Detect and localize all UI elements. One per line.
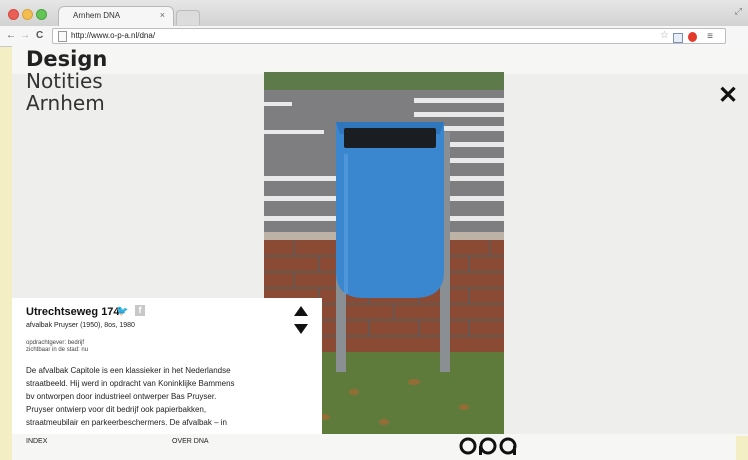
new-tab-button[interactable] [176,10,200,25]
browser-toolbar: ← → C http://www.o-p-a.nl/dna/ ☆ ≡ [0,26,748,47]
screenshot-frame: Arnhem DNA × ⤢ ← → C http://www.o-p-a.nl… [0,0,748,460]
url-text[interactable]: http://www.o-p-a.nl/dna/ [71,31,155,40]
previous-arrow-icon[interactable] [294,306,308,316]
item-meta-visible: zichtbaar in de stad: nu [26,347,89,353]
info-panel: Utrechtseweg 174 🐦 f afvalbak Pruyser (1… [12,298,322,434]
menu-icon[interactable]: ≡ [707,31,713,42]
close-window-button[interactable] [8,9,19,20]
back-button[interactable]: ← [6,29,16,43]
item-description: De afvalbak Capitole is een klassieker i… [26,364,282,429]
page-header-strip [12,46,748,74]
twitter-icon[interactable]: 🐦 [116,306,128,317]
page-icon [58,31,67,42]
site-title-arnhem: Arnhem [26,91,105,115]
description-line: straatbeeld. Hij werd in opdracht van Ko… [26,379,235,388]
opera-extension-icon[interactable] [688,32,697,42]
over-dna-link[interactable]: OVER DNA [172,438,209,445]
description-line: De afvalbak Capitole is een klassieker i… [26,366,231,375]
facebook-icon[interactable]: f [135,305,145,316]
item-meta: opdrachtgever: bedrijf zichtbaar in de s… [26,340,88,354]
browser-tab-bar: Arnhem DNA × ⤢ [0,0,748,27]
forward-button[interactable]: → [20,29,30,43]
tab-close-button[interactable]: × [160,10,165,20]
page-edge [736,436,748,460]
bookmark-star-icon[interactable]: ☆ [660,30,669,41]
minimize-window-button[interactable] [22,9,33,20]
item-meta-client: opdrachtgever: bedrijf [26,340,85,346]
extension-icon[interactable] [673,33,683,43]
item-subtitle: afvalbak Pruyser (1950), 8os, 1980 [26,322,135,329]
reload-button[interactable]: C [36,29,43,43]
site-title-design: Design [26,47,108,71]
tab-title: Arnhem DNA [73,11,121,20]
maximize-window-button[interactable] [36,9,47,20]
resize-icon[interactable]: ⤢ [735,6,742,17]
web-page: Design Notities Arnhem ✕ Utrechtseweg 17… [12,46,748,460]
description-line: bv ontworpen door industrieel ontwerper … [26,392,217,401]
next-arrow-icon[interactable] [294,324,308,334]
site-title-notities: Notities [26,69,103,93]
index-link[interactable]: INDEX [26,438,47,445]
site-title[interactable]: Design Notities Arnhem [26,48,107,114]
close-icon[interactable]: ✕ [718,84,738,108]
browser-tab[interactable]: Arnhem DNA × [58,6,174,27]
description-line: straatmeubilair en parkeerbeschermers. D… [26,418,227,427]
address-bar[interactable]: http://www.o-p-a.nl/dna/ ☆ ≡ [52,28,726,44]
item-address: Utrechtseweg 174 [26,306,120,318]
opa-logo-icon[interactable] [459,436,521,456]
page-footer: INDEX OVER DNA [12,434,748,460]
description-line: Pruyser ontwierp voor dit bedrijf ook pa… [26,405,207,414]
